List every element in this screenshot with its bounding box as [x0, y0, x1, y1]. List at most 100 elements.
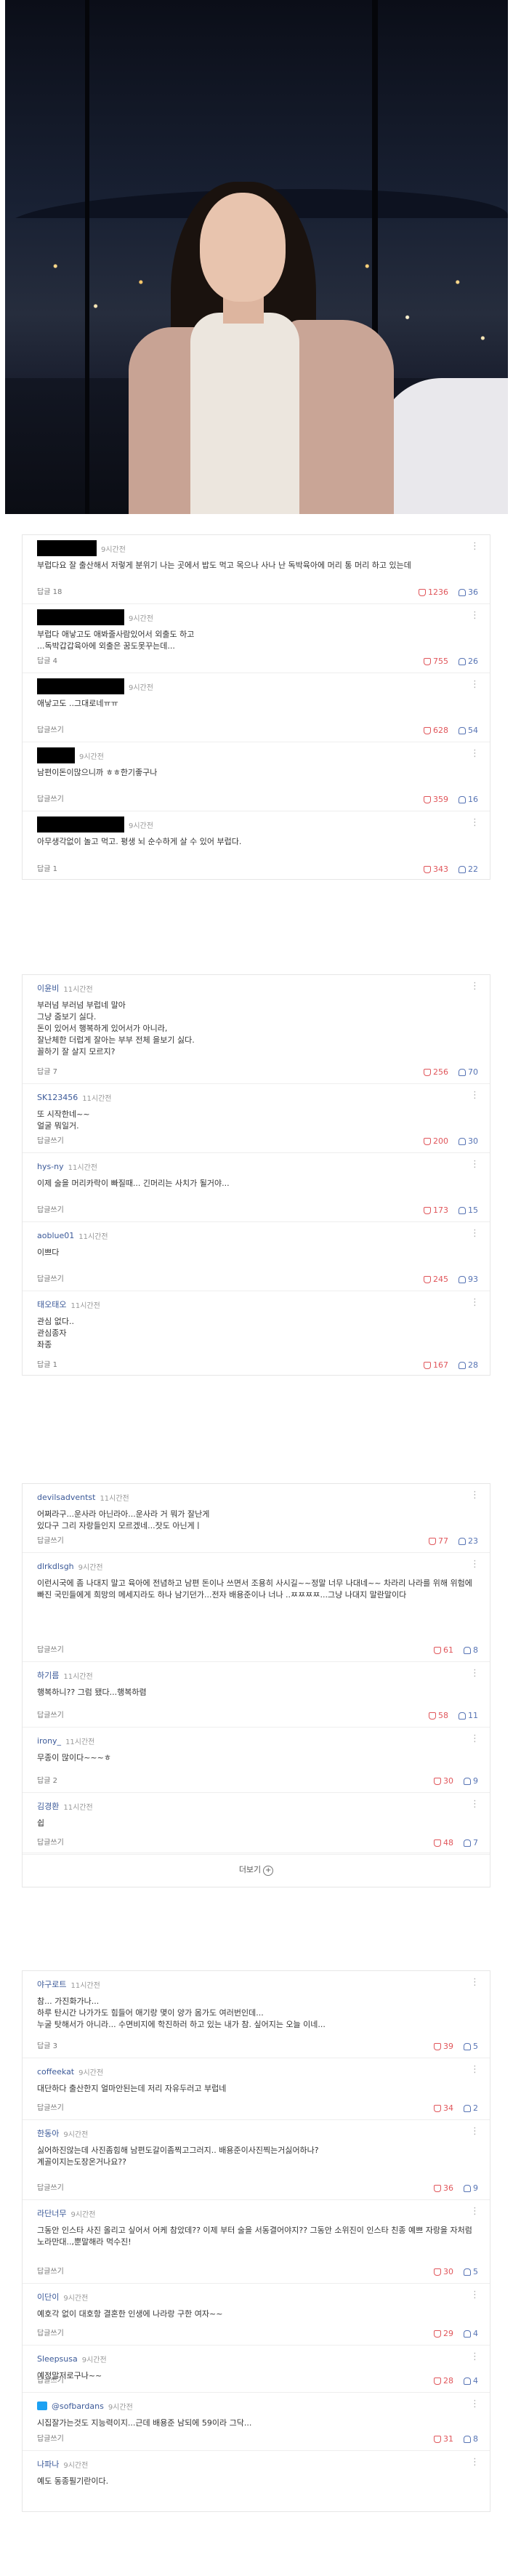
like-button[interactable]: 30 — [434, 1776, 453, 1786]
dislike-button[interactable]: 8 — [464, 1645, 478, 1655]
dislike-button[interactable]: 28 — [459, 1360, 478, 1370]
more-options-icon[interactable]: ⋮ — [470, 2206, 480, 2217]
comment-nickname[interactable]: coffeekat — [37, 2067, 74, 2077]
like-button[interactable]: 173 — [424, 1205, 448, 1215]
dislike-button[interactable]: 70 — [459, 1067, 478, 1077]
comment-nickname[interactable]: 라단너무 — [37, 2207, 66, 2219]
comment-nickname[interactable]: Sleepsusa — [37, 2354, 78, 2364]
comment-nickname[interactable]: 한동아 — [37, 2127, 59, 2139]
more-options-icon[interactable]: ⋮ — [470, 1297, 480, 1308]
like-button[interactable]: 30 — [434, 2267, 453, 2276]
comment-nickname[interactable]: 나파나 — [37, 2458, 59, 2470]
comment-nickname[interactable]: aoblue01 — [37, 1231, 74, 1240]
comment-nickname[interactable]: @sofbardans — [52, 2402, 104, 2411]
like-button[interactable]: 1236 — [419, 587, 448, 597]
more-options-icon[interactable]: ⋮ — [470, 1977, 480, 1988]
dislike-button[interactable]: 9 — [464, 1776, 478, 1786]
more-comments-button[interactable]: 더보기 + — [23, 1853, 490, 1887]
more-options-icon[interactable]: ⋮ — [470, 1733, 480, 1744]
comment-nickname[interactable]: devilsadventst — [37, 1493, 95, 1502]
more-options-icon[interactable]: ⋮ — [470, 679, 480, 690]
more-options-icon[interactable]: ⋮ — [470, 1668, 480, 1679]
dislike-button[interactable]: 36 — [459, 587, 478, 597]
like-button[interactable]: 28 — [434, 2376, 453, 2386]
reply-link[interactable]: 답글 7 — [37, 1065, 57, 1076]
like-button[interactable]: 61 — [434, 1645, 453, 1655]
like-button[interactable]: 200 — [424, 1136, 448, 1146]
comment-nickname[interactable]: 김경환 — [37, 1800, 59, 1812]
more-options-icon[interactable]: ⋮ — [470, 2399, 480, 2410]
reply-link[interactable]: 답글쓰기 — [37, 1534, 64, 1545]
like-button[interactable]: 256 — [424, 1067, 448, 1077]
comment-nickname[interactable]: hys-ny — [37, 1162, 64, 1171]
like-button[interactable]: 77 — [429, 1536, 448, 1546]
dislike-button[interactable]: 30 — [459, 1136, 478, 1146]
comment-nickname[interactable]: 야구로트 — [37, 1978, 66, 1990]
like-button[interactable]: 36 — [434, 2183, 453, 2193]
like-button[interactable]: 31 — [434, 2434, 453, 2444]
reply-link[interactable]: 답글쓰기 — [37, 1836, 64, 1847]
dislike-button[interactable]: 7 — [464, 1838, 478, 1847]
reply-link[interactable]: 답글쓰기 — [37, 1272, 64, 1283]
dislike-button[interactable]: 2 — [464, 2103, 478, 2113]
reply-link[interactable]: 답글쓰기 — [37, 1709, 64, 1720]
dislike-button[interactable]: 16 — [459, 795, 478, 804]
reply-link[interactable]: 답글쓰기 — [37, 1643, 64, 1654]
reply-link[interactable]: 답글쓰기 — [37, 2374, 64, 2385]
reply-link[interactable]: 답글 4 — [37, 654, 57, 665]
like-button[interactable]: 245 — [424, 1275, 448, 1284]
like-button[interactable]: 58 — [429, 1711, 448, 1720]
like-button[interactable]: 167 — [424, 1360, 448, 1370]
more-options-icon[interactable]: ⋮ — [470, 2351, 480, 2362]
reply-link[interactable]: 답글쓰기 — [37, 793, 64, 803]
reply-link[interactable]: 답글쓰기 — [37, 1134, 64, 1145]
comment-nickname[interactable]: SK123456 — [37, 1093, 78, 1102]
reply-link[interactable]: 답글쓰기 — [37, 2327, 64, 2338]
more-options-icon[interactable]: ⋮ — [470, 1799, 480, 1810]
reply-link[interactable]: 답글쓰기 — [37, 723, 64, 734]
like-button[interactable]: 48 — [434, 1838, 453, 1847]
dislike-button[interactable]: 22 — [459, 864, 478, 874]
more-options-icon[interactable]: ⋮ — [470, 2290, 480, 2300]
reply-link[interactable]: 답글쓰기 — [37, 2181, 64, 2192]
more-options-icon[interactable]: ⋮ — [470, 541, 480, 552]
dislike-button[interactable]: 4 — [464, 2376, 478, 2386]
dislike-button[interactable]: 9 — [464, 2183, 478, 2193]
like-button[interactable]: 359 — [424, 795, 448, 804]
dislike-button[interactable]: 23 — [459, 1536, 478, 1546]
more-options-icon[interactable]: ⋮ — [470, 610, 480, 621]
reply-link[interactable]: 답글 18 — [37, 585, 62, 596]
like-button[interactable]: 39 — [434, 2042, 453, 2051]
comment-nickname[interactable]: dlrkdlsgh — [37, 1562, 74, 1571]
more-options-icon[interactable]: ⋮ — [470, 2457, 480, 2468]
like-button[interactable]: 29 — [434, 2329, 453, 2338]
more-options-icon[interactable]: ⋮ — [470, 748, 480, 759]
more-options-icon[interactable]: ⋮ — [470, 1490, 480, 1501]
more-options-icon[interactable]: ⋮ — [470, 1228, 480, 1239]
more-options-icon[interactable]: ⋮ — [470, 2064, 480, 2075]
more-options-icon[interactable]: ⋮ — [470, 1559, 480, 1570]
dislike-button[interactable]: 11 — [459, 1711, 478, 1720]
dislike-button[interactable]: 5 — [464, 2042, 478, 2051]
reply-link[interactable]: 답글 1 — [37, 862, 57, 873]
dislike-button[interactable]: 4 — [464, 2329, 478, 2338]
dislike-button[interactable]: 8 — [464, 2434, 478, 2444]
dislike-button[interactable]: 54 — [459, 726, 478, 735]
more-options-icon[interactable]: ⋮ — [470, 2126, 480, 2137]
reply-link[interactable]: 답글 1 — [37, 1358, 57, 1369]
dislike-button[interactable]: 26 — [459, 657, 478, 666]
like-button[interactable]: 755 — [424, 657, 448, 666]
comment-nickname[interactable]: 하기름 — [37, 1669, 59, 1681]
more-options-icon[interactable]: ⋮ — [470, 981, 480, 992]
dislike-button[interactable]: 93 — [459, 1275, 478, 1284]
dislike-button[interactable]: 15 — [459, 1205, 478, 1215]
comment-nickname[interactable]: 태오태오 — [37, 1299, 66, 1310]
more-options-icon[interactable]: ⋮ — [470, 817, 480, 828]
reply-link[interactable]: 답글쓰기 — [37, 2101, 64, 2112]
reply-link[interactable]: 답글쓰기 — [37, 1203, 64, 1214]
reply-link[interactable]: 답글쓰기 — [37, 2432, 64, 2443]
comment-nickname[interactable]: 이윤비 — [37, 982, 59, 994]
like-button[interactable]: 34 — [434, 2103, 453, 2113]
more-options-icon[interactable]: ⋮ — [470, 1090, 480, 1101]
reply-link[interactable]: 답글 2 — [37, 1774, 57, 1785]
